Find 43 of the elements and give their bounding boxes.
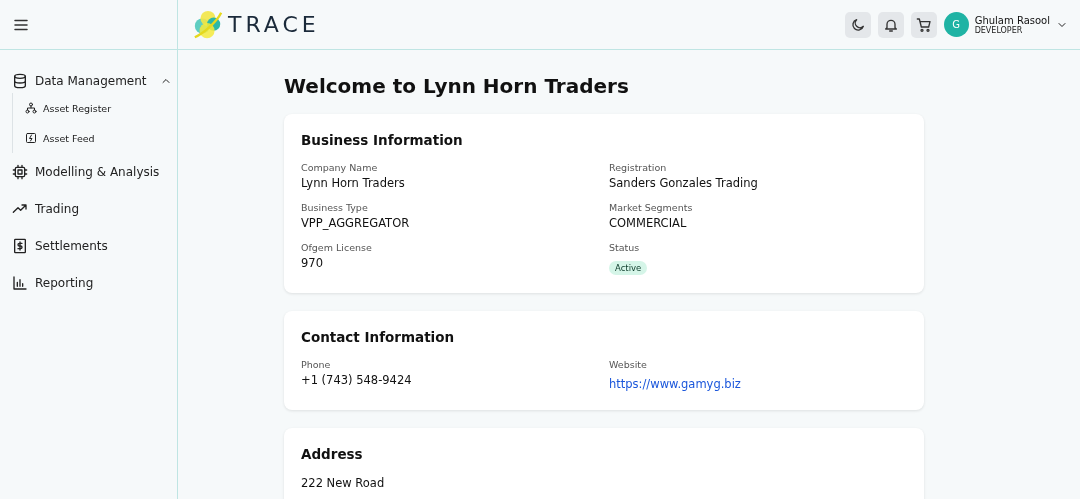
nav-subitem[interactable]: Asset Feed — [13, 123, 177, 153]
cart-icon — [915, 16, 932, 33]
field-label: Website — [609, 359, 648, 370]
field-label: Registration — [609, 162, 668, 173]
theme-toggle-button[interactable] — [844, 11, 871, 38]
bar-chart-icon — [12, 274, 28, 291]
card-title: Business Information — [301, 132, 464, 148]
database-icon — [12, 72, 28, 89]
moon-icon — [849, 16, 866, 33]
field-value: VPP_AGGREGATOR — [301, 216, 411, 230]
field-value: +1 (743) 548-9424 — [301, 373, 413, 387]
cart-button[interactable] — [910, 11, 937, 38]
notifications-button[interactable] — [877, 11, 904, 38]
field-value: Sanders Gonzales Trading — [609, 176, 759, 190]
nav-item[interactable]: Trading — [0, 190, 177, 227]
field-value: Lynn Horn Traders — [301, 176, 406, 190]
nav-item[interactable]: Settlements — [0, 227, 177, 264]
dollar-document-icon — [12, 237, 28, 254]
field-label: Status — [609, 242, 641, 253]
user-role: DEVELOPER — [974, 25, 1023, 35]
page-title: Welcome to Lynn Horn Traders — [284, 74, 630, 98]
avatar: G — [943, 12, 969, 37]
status-badge: Active — [609, 261, 648, 275]
logo-text: TRACE — [228, 12, 320, 37]
field-label: Company Name — [301, 162, 379, 173]
card-title: Contact Information — [301, 329, 456, 345]
card-title: Address — [301, 446, 364, 462]
user-name: Ghulam Rasool — [974, 14, 1050, 26]
logo-icon — [192, 8, 224, 41]
field-value: COMMERCIAL — [609, 216, 688, 230]
chip-icon — [12, 163, 28, 180]
address-line: 222 New Road — [301, 476, 386, 490]
field-value: 970 — [301, 256, 324, 270]
field-label: Business Type — [301, 202, 369, 213]
user-menu[interactable]: G Ghulam Rasool DEVELOPER — [943, 12, 1068, 37]
field-label: Ofgem License — [301, 242, 373, 253]
pulse-box-icon — [25, 132, 37, 144]
nav-item[interactable]: Modelling & Analysis — [0, 153, 177, 190]
field-label: Phone — [301, 359, 332, 370]
nav-item[interactable]: Reporting — [0, 264, 177, 301]
website-link[interactable]: https://www.gamyg.biz — [609, 377, 741, 391]
network-icon — [25, 102, 37, 114]
field-label: Market Segments — [609, 202, 694, 213]
